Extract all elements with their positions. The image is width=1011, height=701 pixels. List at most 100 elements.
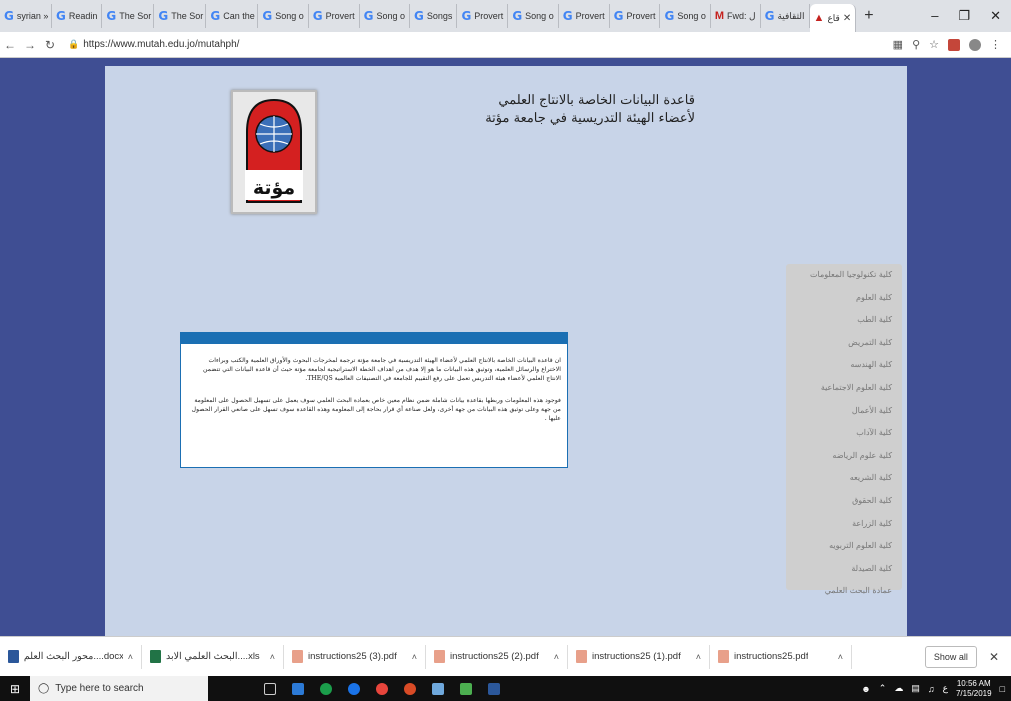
input-language[interactable]: ع (943, 683, 948, 694)
chrome-icon[interactable] (376, 682, 388, 695)
task-view-icon[interactable] (264, 682, 276, 695)
google-icon: G (764, 9, 775, 23)
google-icon: G (512, 9, 523, 23)
file-explorer-icon[interactable] (432, 682, 444, 695)
chevron-up-icon[interactable]: ˄ (128, 652, 133, 662)
college-menu-item[interactable]: كلية الآداب (786, 422, 902, 445)
google-icon: G (56, 9, 66, 23)
store-icon[interactable] (292, 682, 304, 695)
notifications-icon[interactable]: □ (1000, 684, 1005, 694)
close-tab-icon[interactable]: ✕ (843, 13, 851, 24)
chevron-up-icon[interactable]: ˄ (270, 652, 275, 662)
browser-tab[interactable]: G The Sor (102, 4, 155, 28)
browser-tab[interactable]: G Provert (610, 4, 661, 28)
tab-label: Readin (68, 11, 98, 21)
download-item[interactable]: البحث العلمي الابد....xls ˄ (142, 644, 284, 669)
college-menu-item[interactable]: كلية الحقوق (786, 490, 902, 513)
browser-tab[interactable]: G The Sor (154, 4, 207, 28)
college-menu-item[interactable]: عمادة البحث العلمي (786, 580, 902, 603)
word-taskbar-icon[interactable] (488, 682, 500, 695)
url-field[interactable]: 🔒 https://www.mutah.edu.jo/mutahph/ (68, 39, 239, 50)
browser-tab[interactable]: G Readin (52, 4, 103, 28)
reload-icon[interactable]: ↻ (40, 38, 60, 52)
info-paragraph-1: ان قاعدة البيانات الخاصة بالانتاج العلمي… (203, 357, 561, 382)
app-orange-icon[interactable] (404, 682, 416, 695)
browser-tab[interactable]: G Song o (360, 4, 411, 28)
college-menu-item[interactable]: كلية التمريض (786, 332, 902, 355)
browser-tab[interactable]: G Provert (457, 4, 509, 28)
chevron-up-icon[interactable]: ˄ (412, 652, 417, 662)
info-paragraph-2: فوجود هذه المعلومات وربطها بقاعدة بيانات… (191, 397, 561, 422)
browser-tab[interactable]: G Songs (410, 4, 458, 28)
menu-dots-icon[interactable]: ⋮ (990, 38, 1001, 51)
download-item[interactable]: instructions25 (1).pdf ˄ (568, 644, 710, 669)
college-menu-item[interactable]: كلية العلوم (786, 287, 902, 310)
tab-label: Song o (677, 11, 706, 21)
tab-label: Provert (325, 11, 355, 21)
college-menu-item[interactable]: كلية تكنولوجيا المعلومات (786, 264, 902, 287)
college-menu-item[interactable]: كلية الزراعة (786, 513, 902, 536)
browser-tab[interactable]: G Provert (559, 4, 610, 28)
windows-taskbar: ⊞ ◯ Type here to search ☻ ⌃ ☁ ▤ ♫ ع 10:5… (0, 676, 1011, 701)
browser-tab[interactable]: G Can the (206, 4, 259, 28)
favicon-icon: ▲ (813, 12, 825, 24)
address-bar-row: ← → ↻ 🔒 https://www.mutah.edu.jo/mutahph… (0, 32, 1011, 58)
people-icon[interactable]: ☻ (861, 684, 870, 694)
zoom-icon[interactable]: ⚲ (912, 38, 920, 51)
close-window-icon[interactable]: ✕ (990, 8, 1001, 24)
show-all-button[interactable]: Show all (924, 645, 977, 668)
cortana-circle-icon: ◯ (38, 683, 50, 694)
download-item[interactable]: instructions25.pdf ˄ (710, 644, 852, 669)
url-text[interactable]: https://www.mutah.edu.jo/mutahph/ (83, 39, 239, 50)
browser-tab[interactable]: G Song o (258, 4, 309, 28)
taskbar-search[interactable]: ◯ Type here to search (30, 676, 208, 701)
close-download-bar-icon[interactable]: ✕ (977, 650, 1011, 664)
clock-time: 10:56 AM (956, 678, 991, 688)
college-menu-item[interactable]: كلية علوم الرياضه (786, 445, 902, 468)
new-tab-button[interactable]: + (856, 7, 881, 25)
forward-icon[interactable]: → (20, 38, 40, 52)
browser-tab[interactable]: G Provert (309, 4, 360, 28)
college-menu-item[interactable]: كلية الأعمال (786, 400, 902, 423)
maximize-icon[interactable]: ❐ (958, 8, 970, 24)
app-green-icon[interactable] (320, 682, 332, 695)
translate-icon[interactable]: ▦ (893, 38, 903, 51)
college-menu-item[interactable]: كلية العلوم التربويه (786, 535, 902, 558)
download-item[interactable]: محور البحث العلم....docx ˄ (0, 644, 142, 669)
college-menu-item[interactable]: كلية الصيدلة (786, 558, 902, 581)
back-icon[interactable]: ← (0, 38, 20, 52)
browser-tab[interactable]: M Fwd: ل (711, 4, 761, 28)
college-menu-item[interactable]: كلية الشريعه (786, 467, 902, 490)
college-menu-item[interactable]: كلية الهندسه (786, 354, 902, 377)
college-menu-item[interactable]: كلية العلوم الاجتماعية (786, 377, 902, 400)
volume-icon[interactable]: ♫ (928, 684, 935, 694)
profile-avatar[interactable] (969, 38, 981, 51)
download-item[interactable]: instructions25 (2).pdf ˄ (426, 644, 568, 669)
network-icon[interactable]: ▤ (911, 683, 920, 694)
chevron-up-icon[interactable]: ˄ (554, 652, 559, 662)
minimize-icon[interactable]: – (931, 8, 938, 24)
college-menu-item[interactable]: كلية الطب (786, 309, 902, 332)
google-icon: G (312, 9, 323, 23)
tab-label: Provert (626, 11, 656, 21)
download-filename: instructions25 (2).pdf (450, 651, 539, 662)
download-item[interactable]: instructions25 (3).pdf ˄ (284, 644, 426, 669)
taskbar-search-placeholder[interactable]: Type here to search (55, 683, 143, 694)
chevron-up-icon[interactable]: ˄ (696, 652, 701, 662)
browser-tab[interactable]: G Song o (660, 4, 711, 28)
browser-tab[interactable]: G Song o (508, 4, 559, 28)
cloud-icon[interactable]: ☁ (894, 683, 903, 694)
browser-tab[interactable]: Gsyrian » (0, 4, 52, 28)
mutah-emblem-icon: مؤتة (245, 98, 303, 203)
extension-icon[interactable] (948, 38, 960, 51)
active-browser-tab[interactable]: ▲ قاع ✕ (809, 4, 857, 32)
app-shield-icon[interactable] (460, 682, 472, 695)
chevron-up-icon[interactable]: ˄ (838, 652, 843, 662)
windows-start-icon[interactable]: ⊞ (0, 682, 30, 696)
bookmark-star-icon[interactable]: ☆ (929, 38, 939, 51)
clock[interactable]: 10:56 AM 7/15/2019 (956, 679, 992, 699)
edge-icon[interactable] (348, 682, 360, 695)
browser-tab[interactable]: G الثقافية (761, 4, 810, 28)
google-icon: G (210, 9, 221, 23)
tray-chevron-icon[interactable]: ⌃ (879, 683, 887, 694)
